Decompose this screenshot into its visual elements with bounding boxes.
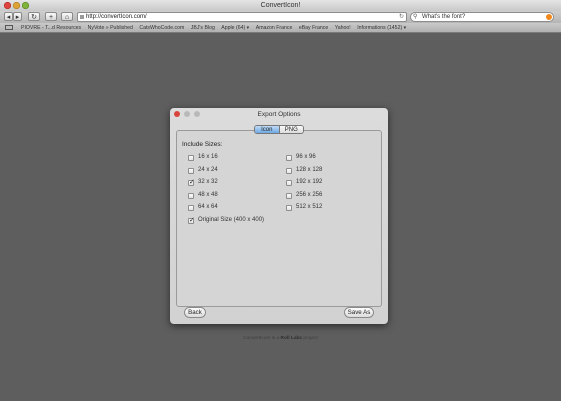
bookmark-item[interactable]: JBJ's Blog (191, 23, 215, 33)
reload-small-icon[interactable]: ↻ (399, 13, 404, 21)
arrow-left-icon: ◂ (6, 14, 11, 21)
size-label: 16 x 16 (198, 154, 218, 160)
browser-toolbar: ◂ ▸ ↻ + ⌂ http://convertIcon.com/ ↻ ⚲ Wh… (0, 11, 561, 23)
size-label: 64 x 64 (198, 204, 218, 210)
include-sizes-label: Include Sizes: (182, 141, 223, 148)
size-checkbox-96[interactable] (286, 155, 292, 161)
size-checkbox-192[interactable] (286, 180, 292, 186)
footer-prefix: ConvertIcon! is a (243, 336, 281, 341)
plus-icon: + (48, 14, 54, 21)
size-checkbox-256[interactable] (286, 193, 292, 199)
size-label: 192 x 192 (296, 179, 323, 185)
size-label: 128 x 128 (296, 167, 323, 173)
search-input-value: What's the font? (422, 14, 466, 20)
size-label: Original Size (400 x 400) (198, 217, 265, 223)
bookmarks-book-icon[interactable] (5, 25, 13, 30)
dialog-title: Export Options (257, 111, 301, 118)
size-checkbox-original[interactable]: ✓ (188, 217, 195, 224)
size-checkbox-24[interactable] (188, 168, 194, 174)
back-nav-button[interactable]: ◂ (4, 12, 13, 21)
size-label: 512 x 512 (296, 204, 323, 210)
bookmarks-bar: PIOVRE - T...d Resources NyVote » Publis… (0, 23, 561, 33)
home-icon: ⌂ (64, 14, 70, 21)
bookmarks-list: PIOVRE - T...d Resources NyVote » Publis… (21, 23, 411, 33)
reload-icon: ↻ (31, 14, 37, 21)
window-titlebar: ConvertIcon! (0, 0, 561, 11)
size-checkbox-128[interactable] (286, 168, 292, 174)
size-checkbox-32[interactable]: ✓ (188, 179, 195, 186)
home-button[interactable]: ⌂ (61, 12, 73, 21)
bookmark-item[interactable]: Amazon France (256, 23, 293, 33)
search-icon: ⚲ (413, 14, 418, 20)
size-label: 256 x 256 (296, 192, 323, 198)
bookmark-item[interactable]: Apple (64) ▾ (221, 23, 249, 33)
footer-brand-link[interactable]: Roll Labs (281, 336, 303, 341)
size-label: 32 x 32 (198, 179, 218, 185)
bookmark-item[interactable]: NyVote » Published (88, 23, 133, 33)
bookmark-item[interactable]: CatsWhoCode.com (139, 23, 184, 33)
search-input[interactable]: ⚲ What's the font? (410, 12, 554, 22)
size-checkbox-512[interactable] (286, 205, 292, 211)
reload-button[interactable]: ↻ (28, 12, 40, 21)
checkmark-icon: ✓ (189, 179, 195, 186)
save-as-button[interactable]: Save As (344, 307, 374, 318)
favicon-icon (80, 15, 84, 19)
footer-suffix: project (302, 336, 318, 341)
size-checkbox-48[interactable] (188, 193, 194, 199)
bookmark-item[interactable]: eBay France (299, 23, 328, 33)
size-label: 24 x 24 (198, 167, 218, 173)
address-bar-url: http://convertIcon.com/ (86, 14, 147, 20)
sizes-panel: Include Sizes: 16 x 16 24 x 24 ✓ 32 x 32… (176, 130, 382, 307)
page-footer: ConvertIcon! is a Roll Labs project (0, 336, 561, 341)
export-options-dialog: Export Options Icon PNG Include Sizes: 1… (170, 108, 388, 324)
add-bookmark-button[interactable]: + (45, 12, 57, 21)
size-label: 48 x 48 (198, 192, 218, 198)
search-clear-icon[interactable] (546, 14, 552, 20)
checkmark-icon: ✓ (189, 217, 195, 224)
forward-nav-button[interactable]: ▸ (13, 12, 22, 21)
minimize-window-button[interactable] (13, 2, 20, 9)
tab-icon[interactable]: Icon (255, 126, 279, 133)
back-button[interactable]: Back (184, 307, 206, 318)
bookmark-item[interactable]: PIOVRE - T...d Resources (21, 23, 81, 33)
bookmark-item[interactable]: Yahoo! (335, 23, 351, 33)
tab-png[interactable]: PNG (278, 126, 303, 133)
size-label: 96 x 96 (296, 154, 316, 160)
size-checkbox-64[interactable] (188, 205, 194, 211)
window-title: ConvertIcon! (260, 2, 301, 9)
close-window-button[interactable] (4, 2, 11, 9)
size-checkbox-16[interactable] (188, 155, 194, 161)
arrow-right-icon: ▸ (15, 14, 20, 21)
zoom-window-button[interactable] (22, 2, 29, 9)
format-segmented-control: Icon PNG (254, 125, 304, 134)
bookmark-item[interactable]: Informations (1452) ▾ (357, 23, 406, 33)
address-bar[interactable]: http://convertIcon.com/ ↻ (77, 12, 407, 22)
